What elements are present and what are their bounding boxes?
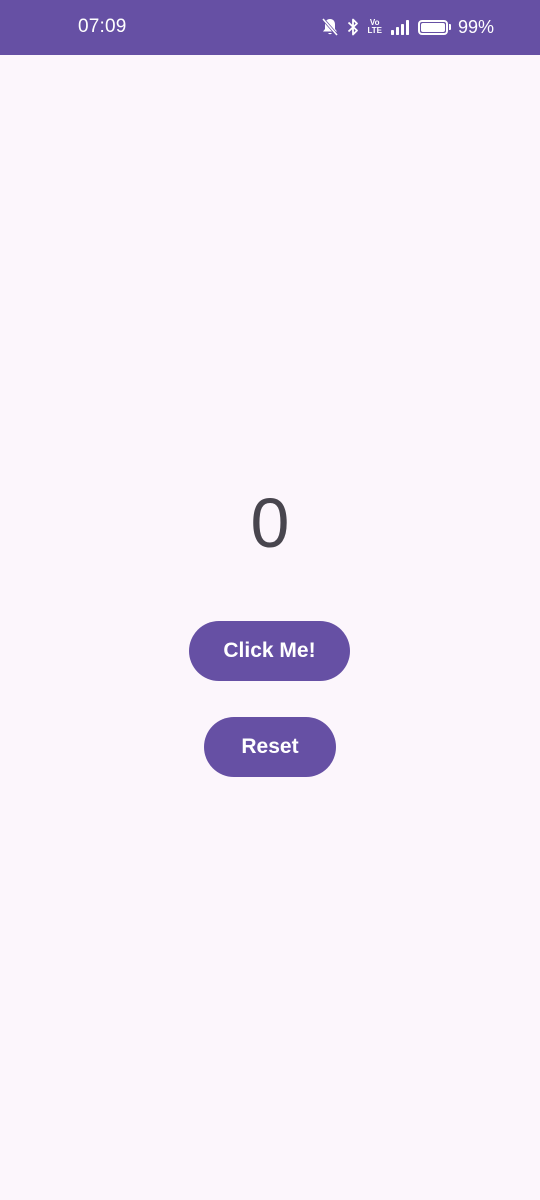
battery-fill: [420, 22, 445, 32]
reset-button[interactable]: Reset: [204, 717, 336, 777]
status-time: 07:09: [78, 16, 127, 37]
bell-off-icon: [321, 17, 339, 37]
bluetooth-icon: [347, 17, 359, 37]
battery-percent: 99%: [457, 16, 494, 37]
status-bar: 07:09 Vo LTE 99%: [0, 0, 540, 55]
battery-icon: [417, 19, 451, 35]
volte-icon: Vo LTE: [367, 19, 382, 35]
status-icons: Vo LTE 99%: [321, 16, 494, 38]
battery-tip: [448, 24, 451, 30]
battery-body: [417, 19, 448, 35]
signal-icon: [390, 17, 410, 37]
counter-value: 0: [250, 484, 290, 562]
volte-bottom-label: LTE: [367, 26, 382, 35]
click-me-button[interactable]: Click Me!: [189, 621, 350, 681]
